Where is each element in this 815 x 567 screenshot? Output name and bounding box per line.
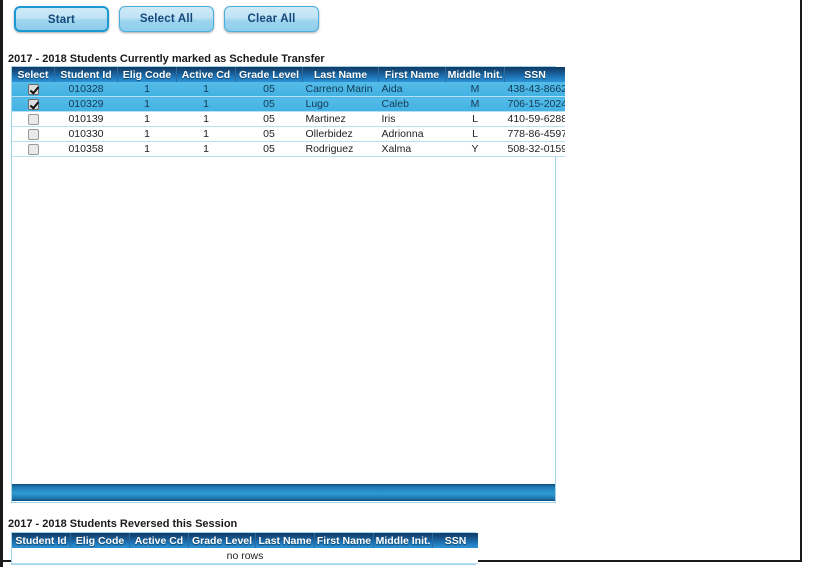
cell-elig-code: 1: [117, 111, 177, 127]
cell-first-name: Caleb: [378, 96, 446, 112]
reversed-grid-empty-message: no rows: [12, 548, 478, 564]
cell-student-id: 010358: [54, 141, 118, 157]
reversed-column-header-middle-init[interactable]: Middle Init.: [373, 533, 433, 548]
column-header-elig-code[interactable]: Elig Code: [117, 67, 177, 82]
cell-grade-level: 05: [235, 111, 303, 127]
reversed-grid-title: 2017 - 2018 Students Reversed this Sessi…: [8, 518, 238, 530]
column-header-grade-level[interactable]: Grade Level: [235, 67, 303, 82]
grid-header-row: Select Student Id Elig Code Active Cd Gr…: [12, 67, 565, 82]
cell-grade-level: 05: [235, 96, 303, 112]
reversed-column-header-ssn[interactable]: SSN: [432, 533, 478, 548]
checkbox-checked[interactable]: [27, 83, 39, 95]
page-frame-left-border: [0, 0, 3, 567]
cell-active-cd: 1: [176, 141, 236, 157]
column-header-ssn[interactable]: SSN: [504, 67, 565, 82]
reversed-column-header-elig-code[interactable]: Elig Code: [70, 533, 130, 548]
table-row[interactable]: 010329 1 1 05 Lugo Caleb M 706-15-2024: [12, 96, 565, 112]
column-header-last-name[interactable]: Last Name: [302, 67, 379, 82]
cell-active-cd: 1: [176, 96, 236, 112]
reversed-grid-panel: Student Id Elig Code Active Cd Grade Lev…: [11, 532, 478, 565]
checkbox-checked[interactable]: [27, 98, 39, 110]
table-row[interactable]: 010358 1 1 05 Rodriguez Xalma Y 508-32-0159: [12, 141, 565, 157]
reversed-grid-header: Student Id Elig Code Active Cd Grade Lev…: [12, 533, 478, 548]
cell-select[interactable]: [12, 111, 55, 127]
cell-last-name: Carreno Marin: [302, 82, 379, 97]
cell-first-name: Xalma: [378, 141, 446, 157]
cell-active-cd: 1: [176, 111, 236, 127]
checkbox-unchecked[interactable]: [27, 113, 39, 125]
main-grid-title: 2017 - 2018 Students Currently marked as…: [8, 53, 325, 65]
schedule-transfer-grid: Select Student Id Elig Code Active Cd Gr…: [12, 67, 565, 157]
cell-last-name: Martinez: [302, 111, 379, 127]
select-all-button[interactable]: Select All: [119, 6, 214, 32]
cell-select[interactable]: [12, 126, 55, 142]
cell-middle-init: L: [445, 126, 505, 142]
column-header-student-id[interactable]: Student Id: [54, 67, 118, 82]
reversed-grid-body: no rows: [12, 548, 478, 564]
cell-ssn: 508-32-0159: [504, 141, 565, 157]
column-header-select[interactable]: Select: [12, 67, 55, 82]
cell-middle-init: L: [445, 111, 505, 127]
cell-elig-code: 1: [117, 126, 177, 142]
cell-middle-init: M: [445, 96, 505, 112]
reversed-column-header-active-cd[interactable]: Active Cd: [129, 533, 189, 548]
cell-first-name: Aida: [378, 82, 446, 97]
cell-elig-code: 1: [117, 96, 177, 112]
cell-first-name: Iris: [378, 111, 446, 127]
cell-elig-code: 1: [117, 82, 177, 97]
cell-ssn: 778-86-4597: [504, 126, 565, 142]
cell-middle-init: M: [445, 82, 505, 97]
cell-middle-init: Y: [445, 141, 505, 157]
cell-elig-code: 1: [117, 141, 177, 157]
cell-grade-level: 05: [235, 141, 303, 157]
grid-body: 010328 1 1 05 Carreno Marin Aida M 438-43-8662 0…: [12, 82, 565, 157]
page-frame-right-border: [800, 0, 802, 562]
start-button[interactable]: Start: [14, 6, 109, 32]
column-header-active-cd[interactable]: Active Cd: [176, 67, 236, 82]
cell-student-id: 010139: [54, 111, 118, 127]
checkbox-unchecked[interactable]: [27, 143, 39, 155]
cell-student-id: 010329: [54, 96, 118, 112]
cell-grade-level: 05: [235, 82, 303, 97]
grid-header: Select Student Id Elig Code Active Cd Gr…: [12, 67, 565, 82]
column-header-middle-init[interactable]: Middle Init.: [445, 67, 505, 82]
cell-ssn: 410-59-6288: [504, 111, 565, 127]
reversed-column-header-student-id[interactable]: Student Id: [12, 533, 71, 548]
reversed-grid-header-row: Student Id Elig Code Active Cd Grade Lev…: [12, 533, 478, 548]
cell-student-id: 010330: [54, 126, 118, 142]
table-row[interactable]: 010328 1 1 05 Carreno Marin Aida M 438-43-8662: [12, 82, 565, 97]
table-row[interactable]: 010330 1 1 05 Ollerbidez Adrionna L 778-86-4597: [12, 126, 565, 142]
checkbox-unchecked[interactable]: [27, 128, 39, 140]
reversed-grid: Student Id Elig Code Active Cd Grade Lev…: [12, 533, 478, 564]
cell-select[interactable]: [12, 82, 55, 97]
cell-select[interactable]: [12, 96, 55, 112]
cell-ssn: 706-15-2024: [504, 96, 565, 112]
reversed-column-header-first-name[interactable]: First Name: [314, 533, 374, 548]
column-header-first-name[interactable]: First Name: [378, 67, 446, 82]
reversed-grid-empty-row: no rows: [12, 548, 478, 564]
page-root: Start Select All Clear All 2017 - 2018 S…: [0, 0, 815, 567]
clear-all-button[interactable]: Clear All: [224, 6, 319, 32]
cell-last-name: Lugo: [302, 96, 379, 112]
cell-active-cd: 1: [176, 82, 236, 97]
cell-ssn: 438-43-8662: [504, 82, 565, 97]
cell-active-cd: 1: [176, 126, 236, 142]
reversed-column-header-last-name[interactable]: Last Name: [255, 533, 315, 548]
cell-grade-level: 05: [235, 126, 303, 142]
grid-footer-bar: [11, 484, 556, 501]
cell-student-id: 010328: [54, 82, 118, 97]
schedule-transfer-grid-panel: Select Student Id Elig Code Active Cd Gr…: [11, 66, 565, 503]
reversed-column-header-grade-level[interactable]: Grade Level: [188, 533, 256, 548]
cell-select[interactable]: [12, 141, 55, 157]
cell-last-name: Ollerbidez: [302, 126, 379, 142]
cell-first-name: Adrionna: [378, 126, 446, 142]
cell-last-name: Rodriguez: [302, 141, 379, 157]
table-row[interactable]: 010139 1 1 05 Martinez Iris L 410-59-6288: [12, 111, 565, 127]
